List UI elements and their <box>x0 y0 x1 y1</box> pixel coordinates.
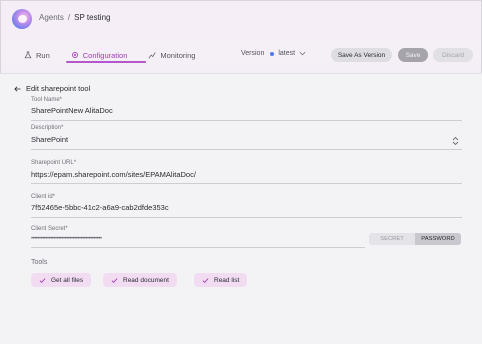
client-id-input[interactable]: 7f52465e-5bbc-41c2-a6a9-cab2dfde353c <box>31 203 169 212</box>
check-icon <box>111 277 118 283</box>
tab-configuration[interactable]: Configuration <box>71 48 128 62</box>
breadcrumb-agents[interactable]: Agents <box>39 13 64 22</box>
tab-run-label: Run <box>36 50 50 60</box>
save-button[interactable]: Save <box>398 48 428 62</box>
sharepoint-url-underline <box>31 183 462 184</box>
back-link-label: Edit sharepoint tool <box>26 84 91 93</box>
tool-chip-label: Read document <box>123 276 169 284</box>
tool-chip-label: Read list <box>214 276 240 284</box>
client-secret-input[interactable]: ••••••••••••••••••••••••••••••••••••••••… <box>31 236 102 242</box>
gear-icon <box>71 52 78 58</box>
secret-password-toggle[interactable]: SECRET PASSWORD <box>369 233 461 245</box>
flask-icon <box>24 51 32 59</box>
tab-bar: Run Configuration Monitoring <box>24 48 216 62</box>
toggle-password-option[interactable]: PASSWORD <box>415 233 461 245</box>
expand-icon[interactable] <box>452 136 459 146</box>
active-tab-indicator <box>66 61 146 63</box>
tool-name-label: Tool Name* <box>31 97 63 103</box>
chevron-down-icon <box>299 51 306 56</box>
toggle-secret-option[interactable]: SECRET <box>369 233 415 245</box>
save-as-version-button[interactable]: Save As Version <box>331 48 392 62</box>
version-dropdown[interactable]: latest <box>270 50 306 57</box>
sharepoint-url-input[interactable]: https://epam.sharepoint.com/sites/EPAMAl… <box>31 170 196 179</box>
arrow-left-icon <box>14 86 21 91</box>
sharepoint-url-label: Sharepoint URL* <box>31 160 77 166</box>
tool-chip-read-list[interactable]: Read list <box>194 273 248 287</box>
breadcrumb-current: SP testing <box>74 13 111 22</box>
version-selector[interactable]: Version latest <box>241 50 306 57</box>
tool-name-input[interactable]: SharePointNew AlitaDoc <box>31 106 113 115</box>
tab-run[interactable]: Run <box>24 48 50 62</box>
version-status-dot <box>270 51 275 56</box>
version-label: Version <box>241 50 265 57</box>
tools-label: Tools <box>31 259 48 266</box>
tab-monitoring-label: Monitoring <box>160 50 196 60</box>
app-logo[interactable] <box>12 9 32 29</box>
description-underline <box>31 149 462 150</box>
version-selected: latest <box>278 50 296 57</box>
client-secret-label: Client Secret* <box>31 226 68 232</box>
description-input[interactable]: SharePoint <box>31 135 68 144</box>
check-icon <box>202 277 209 283</box>
discard-button[interactable]: Discard <box>433 48 473 62</box>
breadcrumb-separator: / <box>67 13 71 22</box>
tab-monitoring[interactable]: Monitoring <box>148 48 195 62</box>
check-icon <box>39 277 46 283</box>
breadcrumb: Agents / SP testing <box>39 13 110 22</box>
tool-chip-read-document[interactable]: Read document <box>103 273 177 287</box>
chart-icon <box>148 52 156 59</box>
client-secret-underline <box>31 247 365 248</box>
tool-name-underline <box>31 120 462 121</box>
client-id-label: Client id* <box>31 194 56 200</box>
back-link[interactable]: Edit sharepoint tool <box>14 84 90 93</box>
tool-chip-get-all-files[interactable]: Get all files <box>31 273 92 287</box>
description-label: Description* <box>31 125 64 131</box>
tab-configuration-label: Configuration <box>82 50 128 60</box>
tool-chip-label: Get all files <box>51 276 84 284</box>
client-id-underline <box>31 217 462 218</box>
